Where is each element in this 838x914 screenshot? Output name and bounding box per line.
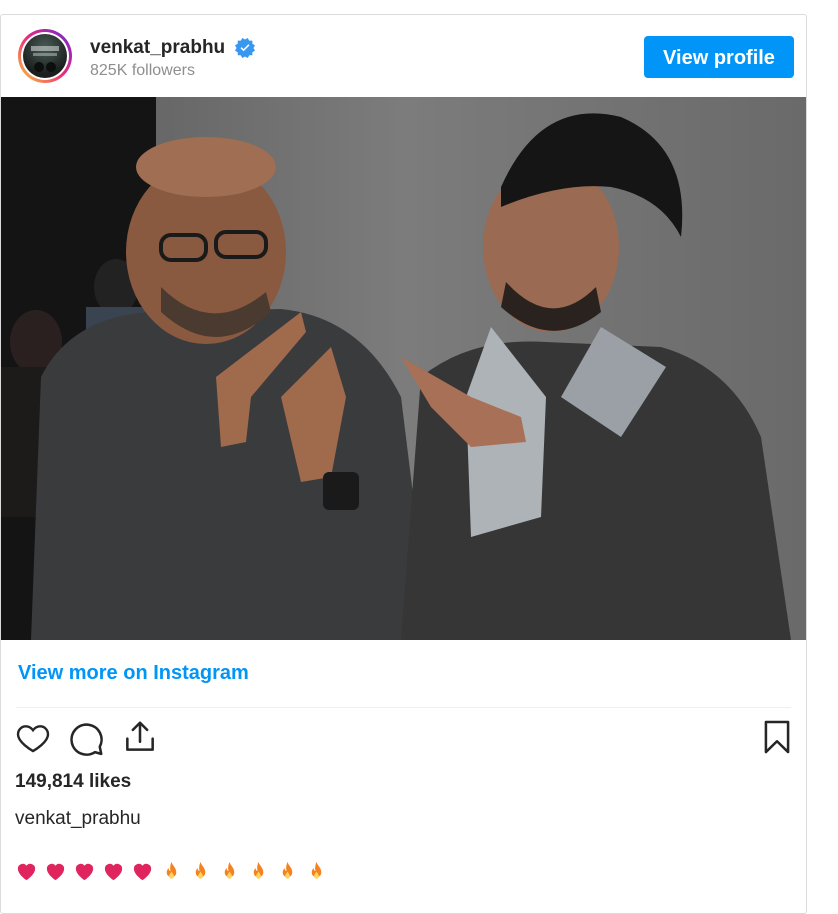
fire-emoji-icon xyxy=(166,861,177,879)
post-image[interactable] xyxy=(1,97,806,640)
avatar-image xyxy=(23,34,67,78)
heart-emoji-icon xyxy=(46,863,65,880)
fire-emoji-icon xyxy=(282,861,293,879)
divider xyxy=(16,707,791,708)
post-header: venkat_prabhu 825K followers View profil… xyxy=(1,15,806,97)
likes-count[interactable]: 149,814 likes xyxy=(15,771,131,793)
fire-emoji-icon xyxy=(224,861,235,879)
caption-username[interactable]: venkat_prabhu xyxy=(15,808,141,830)
instagram-embed-card: venkat_prabhu 825K followers View profil… xyxy=(0,14,807,914)
heart-emoji-icon xyxy=(104,863,123,880)
share-upload-icon[interactable] xyxy=(121,718,159,756)
avatar[interactable] xyxy=(18,29,72,83)
heart-emoji-icon xyxy=(17,863,36,880)
username[interactable]: venkat_prabhu xyxy=(90,37,225,59)
heart-emoji-icon xyxy=(75,863,94,880)
fire-emoji-icon xyxy=(195,861,206,879)
heart-emoji-icon xyxy=(133,863,152,880)
bookmark-icon[interactable] xyxy=(758,718,796,756)
comment-bubble-icon[interactable] xyxy=(67,720,105,758)
followers-count: 825K followers xyxy=(90,62,195,79)
fire-emoji-icon xyxy=(253,861,264,879)
fire-emoji-icon xyxy=(311,861,322,879)
view-profile-button[interactable]: View profile xyxy=(644,36,794,78)
post-photo-illustration xyxy=(1,97,806,640)
verified-badge-icon xyxy=(235,38,255,58)
caption-emojis xyxy=(15,857,328,885)
view-more-link[interactable]: View more on Instagram xyxy=(18,662,249,685)
heart-outline-icon[interactable] xyxy=(15,720,51,756)
